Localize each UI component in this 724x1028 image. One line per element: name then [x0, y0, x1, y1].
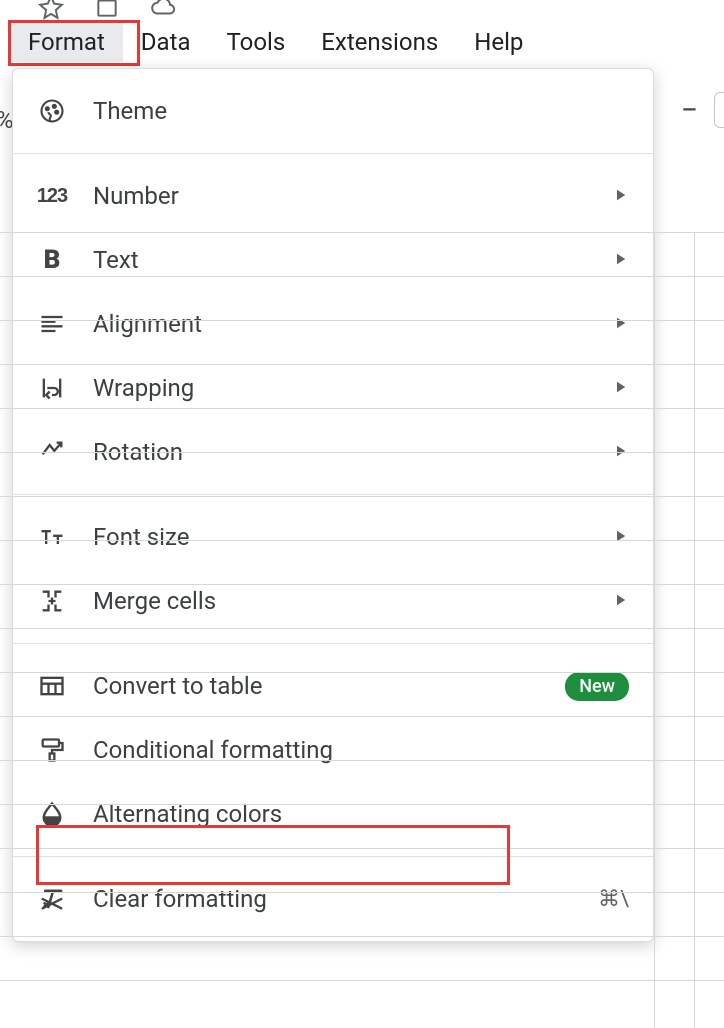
quick-access-icons	[38, 0, 176, 24]
menu-help[interactable]: Help	[456, 22, 541, 62]
spreadsheet-grid	[654, 232, 724, 1028]
menu-alternating-colors[interactable]: Alternating colors	[13, 782, 653, 846]
table-icon	[37, 671, 67, 701]
chevron-right-icon	[611, 182, 629, 210]
bold-icon: B	[37, 245, 67, 275]
menu-alignment[interactable]: Alignment	[13, 292, 653, 356]
menu-font-size[interactable]: Font size	[13, 505, 653, 569]
merge-cells-label: Merge cells	[93, 587, 611, 615]
alignment-icon	[37, 309, 67, 339]
theme-label: Theme	[93, 97, 629, 125]
toolbar-fragment: − 1	[681, 92, 724, 128]
theme-icon	[37, 96, 67, 126]
format-dropdown: Theme 123 Number B Text Alignment Wrappi…	[12, 68, 654, 942]
star-icon[interactable]	[38, 0, 64, 24]
new-badge: New	[565, 672, 629, 701]
menu-number[interactable]: 123 Number	[13, 164, 653, 228]
wrapping-label: Wrapping	[93, 374, 611, 402]
menu-convert-table[interactable]: Convert to table New	[13, 654, 653, 718]
chevron-right-icon	[611, 523, 629, 551]
menu-clear-formatting[interactable]: Clear formatting ⌘\	[13, 867, 653, 931]
clear-shortcut: ⌘\	[598, 887, 629, 912]
number-icon: 123	[37, 181, 67, 211]
chevron-right-icon	[611, 310, 629, 338]
divider	[13, 494, 653, 495]
font-size-icon	[37, 522, 67, 552]
cloud-icon[interactable]	[150, 0, 176, 24]
chevron-right-icon	[611, 587, 629, 615]
font-size-box[interactable]: 1	[714, 92, 724, 128]
minus-icon[interactable]: −	[681, 93, 698, 128]
text-label: Text	[93, 246, 611, 274]
wrapping-icon	[37, 373, 67, 403]
menu-conditional-formatting[interactable]: Conditional formatting	[13, 718, 653, 782]
menu-text[interactable]: B Text	[13, 228, 653, 292]
divider	[13, 643, 653, 644]
merge-cells-icon	[37, 586, 67, 616]
convert-table-label: Convert to table	[93, 672, 565, 700]
font-size-label: Font size	[93, 523, 611, 551]
clear-format-icon	[37, 884, 67, 914]
number-label: Number	[93, 182, 611, 210]
menubar: Format Data Tools Extensions Help	[10, 22, 541, 62]
chevron-right-icon	[611, 374, 629, 402]
move-icon[interactable]	[94, 0, 120, 24]
divider	[13, 856, 653, 857]
menu-extensions[interactable]: Extensions	[303, 22, 456, 62]
menu-merge-cells[interactable]: Merge cells	[13, 569, 653, 633]
chevron-right-icon	[611, 246, 629, 274]
menu-tools[interactable]: Tools	[209, 22, 304, 62]
alignment-label: Alignment	[93, 310, 611, 338]
menu-format[interactable]: Format	[10, 22, 123, 62]
clear-label: Clear formatting	[93, 885, 598, 913]
menu-wrapping[interactable]: Wrapping	[13, 356, 653, 420]
menu-theme[interactable]: Theme	[13, 79, 653, 143]
divider	[13, 153, 653, 154]
menu-data[interactable]: Data	[123, 22, 209, 62]
